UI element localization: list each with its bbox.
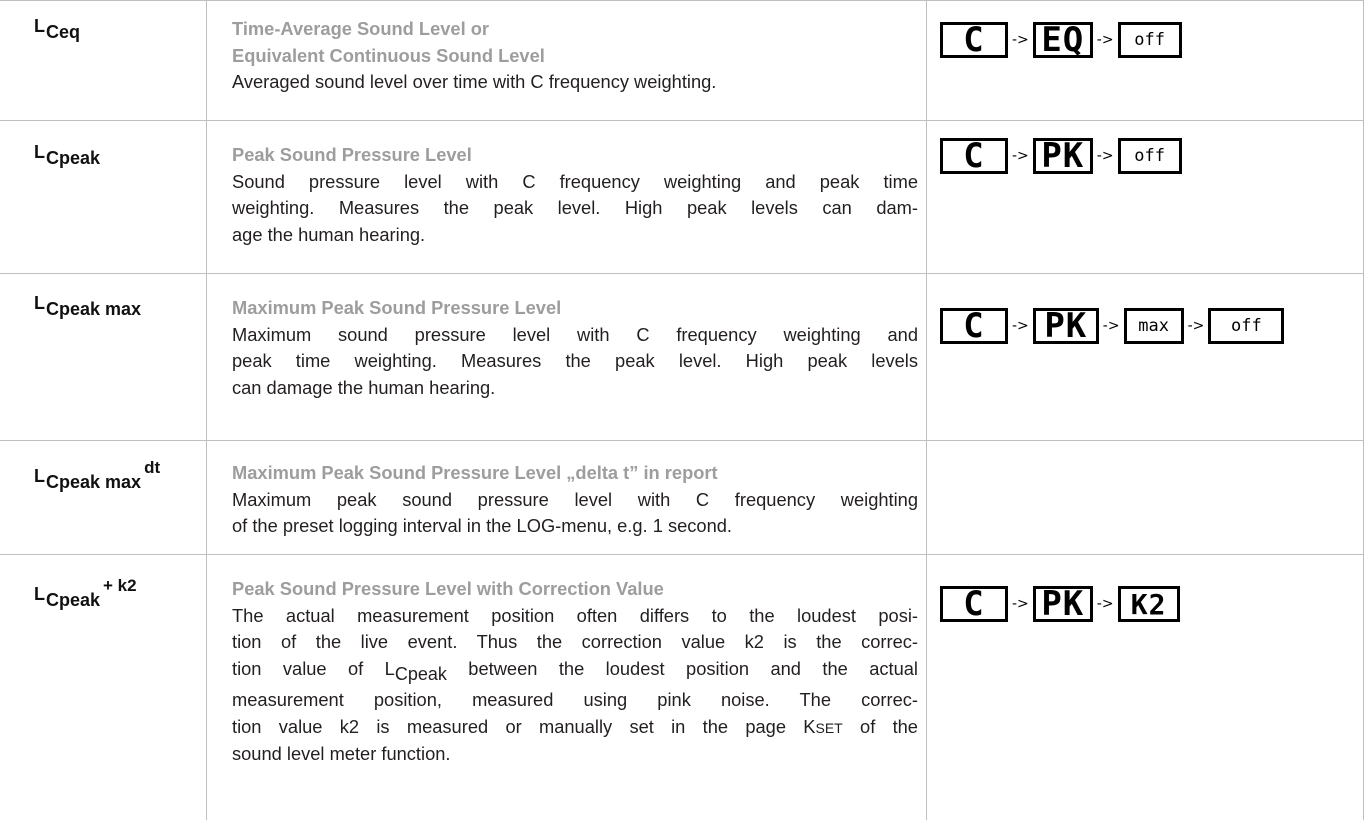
display-k2: K2 <box>1117 586 1180 622</box>
symbol: LCpeak max <box>34 293 142 319</box>
body-line: age the human hearing. <box>232 223 426 245</box>
description: Time-Average Sound Level or Equivalent C… <box>232 16 918 96</box>
display-eq: EQ <box>1032 20 1093 60</box>
symbol: LCpeak+ k2 <box>34 576 137 610</box>
arrow: -> <box>1187 318 1205 334</box>
display-pk: PK <box>1032 306 1099 346</box>
body-line: The actual measurement position often di… <box>232 604 918 626</box>
body-line: sound level meter function. <box>232 743 451 764</box>
title-line: Peak Sound Pressure Level <box>232 144 472 165</box>
body-line: measurement position, measured using pin… <box>232 689 918 710</box>
body-line: of the preset logging interval in the LO… <box>232 515 732 536</box>
display-off: off <box>1208 308 1285 344</box>
display-pk: PK <box>1032 136 1093 176</box>
display-sequence: C -> EQ -> off <box>940 20 1182 60</box>
body-line: tion of the live event. Thus the correct… <box>232 631 918 652</box>
body-line: tion value of LCpeak between the loudest… <box>232 657 918 684</box>
display-c: C <box>940 584 1008 624</box>
table-row: LCpeak+ k2 Peak Sound Pressure Level wit… <box>0 554 1364 820</box>
display-sequence: C -> PK -> off <box>940 136 1182 176</box>
display-off: off <box>1117 138 1182 174</box>
inline-symbol: LCpeak <box>384 657 447 684</box>
definitions-table: LCeq Time-Average Sound Level or Equival… <box>0 0 1364 820</box>
display-c: C <box>940 136 1008 176</box>
table-row: LCpeak maxdt Maximum Peak Sound Pressure… <box>0 440 1364 554</box>
arrow: -> <box>1096 596 1114 612</box>
body-line: Sound pressure level with C frequency we… <box>232 170 918 192</box>
title-line: Maximum Peak Sound Pressure Level <box>232 297 562 318</box>
display-sequence: C -> PK -> K2 <box>940 584 1180 624</box>
description: Peak Sound Pressure Level Sound pressure… <box>232 142 918 248</box>
display-c: C <box>940 306 1008 346</box>
description: Maximum Peak Sound Pressure Level „delta… <box>232 460 918 540</box>
arrow: -> <box>1096 148 1114 164</box>
symbol: LCpeak maxdt <box>34 458 161 492</box>
display-pk: PK <box>1032 584 1093 624</box>
display-off: off <box>1117 22 1182 58</box>
display-c: C <box>940 20 1008 60</box>
body-line: Averaged sound level over time with C fr… <box>232 71 717 92</box>
table-row: LCpeak max Maximum Peak Sound Pressure L… <box>0 273 1364 440</box>
display-sequence: C -> PK -> max -> off <box>940 306 1285 346</box>
title-line: Time-Average Sound Level or <box>232 18 490 39</box>
body-line: peak time weighting. Measures the peak l… <box>232 350 918 371</box>
description: Peak Sound Pressure Level with Correctio… <box>232 576 918 768</box>
table-row: LCpeak Peak Sound Pressure Level Sound p… <box>0 120 1364 273</box>
arrow: -> <box>1012 32 1029 48</box>
body-line: can damage the human hearing. <box>232 376 496 398</box>
description: Maximum Peak Sound Pressure Level Maximu… <box>232 295 918 401</box>
body-line: tion value k2 is measured or manually se… <box>232 715 918 737</box>
arrow: -> <box>1096 32 1114 48</box>
table-row: LCeq Time-Average Sound Level or Equival… <box>0 0 1364 120</box>
symbol: LCeq <box>34 16 81 42</box>
title-line: Equivalent Continuous Sound Level <box>232 44 545 66</box>
arrow: -> <box>1012 596 1029 612</box>
body-line: weighting. Measures the peak level. High… <box>232 197 918 218</box>
arrow: -> <box>1012 148 1029 164</box>
display-max: max <box>1123 308 1184 344</box>
arrow: -> <box>1102 318 1120 334</box>
title-line: Peak Sound Pressure Level with Correctio… <box>232 578 664 599</box>
body-line: Maximum sound pressure level with C freq… <box>232 323 918 345</box>
arrow: -> <box>1012 318 1029 334</box>
body-line: Maximum peak sound pressure level with C… <box>232 488 918 510</box>
symbol: LCpeak <box>34 142 101 168</box>
title-line: Maximum Peak Sound Pressure Level „delta… <box>232 462 718 483</box>
